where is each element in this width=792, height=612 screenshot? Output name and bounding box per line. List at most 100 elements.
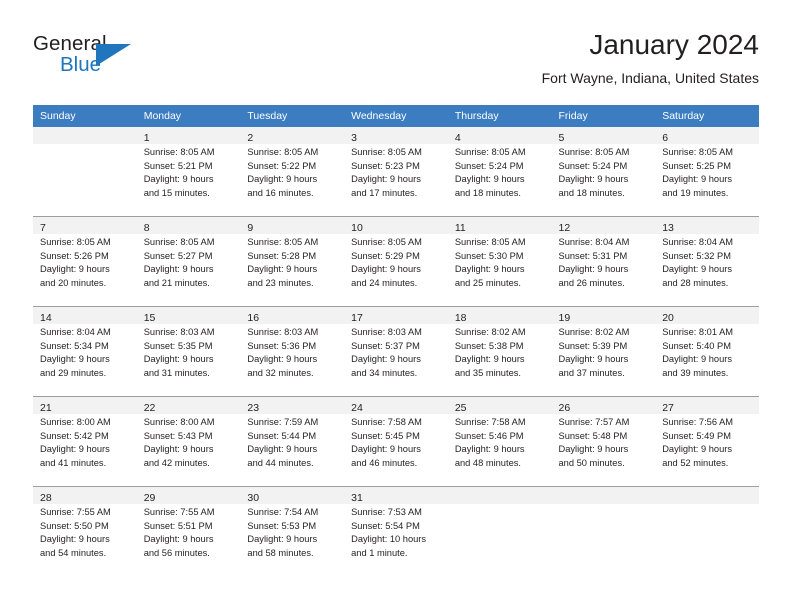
day-number: 7 — [40, 222, 46, 234]
calendar-cell: 1 Sunrise: 8:05 AM Sunset: 5:21 PM Daylight… — [136, 127, 241, 217]
daylight-text: Daylight: 9 hours — [143, 444, 214, 455]
day-number-bar: 23 — [240, 397, 345, 414]
day-detail-lines: Sunrise: 7:57 AM Sunset: 5:48 PM Daylight:… — [552, 414, 656, 470]
calendar-cell: 16 Sunrise: 8:03 AM Sunset: 5:36 PM Dayligh… — [240, 306, 345, 397]
day-detail-lines: Sunrise: 8:05 AM Sunset: 5:27 PM Daylight:… — [137, 234, 241, 290]
sunrise-text: Sunrise: 8:05 AM — [351, 147, 422, 157]
calendar-day-25[interactable]: 25 Sunrise: 7:58 AM Sunset: 5:46 PM Dayligh… — [447, 397, 552, 486]
calendar-day-10[interactable]: 10 Sunrise: 8:05 AM Sunset: 5:29 PM Dayligh… — [344, 217, 448, 306]
day-detail-lines: Sunrise: 7:56 AM Sunset: 5:49 PM Daylight:… — [655, 414, 759, 470]
calendar-day-26[interactable]: 26 Sunrise: 7:57 AM Sunset: 5:48 PM Dayligh… — [551, 397, 656, 486]
calendar-day-30[interactable]: 30 Sunrise: 7:54 AM Sunset: 5:53 PM Dayligh… — [240, 487, 345, 576]
calendar-day-28[interactable]: 28 Sunrise: 7:55 AM Sunset: 5:50 PM Dayligh… — [33, 487, 137, 576]
calendar-day-29[interactable]: 29 Sunrise: 7:55 AM Sunset: 5:51 PM Dayligh… — [136, 487, 241, 576]
sunrise-text: Sunrise: 7:53 AM — [351, 507, 422, 517]
calendar-day-3[interactable]: 3 Sunrise: 8:05 AM Sunset: 5:23 PM Daylight… — [344, 127, 448, 216]
sunset-text: Sunset: 5:46 PM — [454, 430, 524, 441]
calendar-day-14[interactable]: 14 Sunrise: 8:04 AM Sunset: 5:34 PM Dayligh… — [33, 307, 137, 396]
brand-logo[interactable]: General Blue — [33, 32, 143, 84]
calendar-day-23[interactable]: 23 Sunrise: 7:59 AM Sunset: 5:44 PM Dayligh… — [240, 397, 345, 486]
calendar-day-16[interactable]: 16 Sunrise: 8:03 AM Sunset: 5:36 PM Dayligh… — [240, 307, 345, 396]
daylight-text-cont: and 58 minutes. — [247, 547, 314, 558]
sunset-text: Sunset: 5:37 PM — [351, 340, 420, 351]
sunrise-text: Sunrise: 7:55 AM — [40, 507, 111, 517]
daylight-text: Daylight: 9 hours — [454, 174, 525, 185]
weekday-header-saturday: Saturday — [655, 105, 759, 127]
daylight-text-cont: and 24 minutes. — [351, 277, 418, 288]
day-detail-lines: Sunrise: 8:05 AM Sunset: 5:28 PM Daylight:… — [240, 234, 344, 290]
calendar-day-7[interactable]: 7 Sunrise: 8:05 AM Sunset: 5:26 PM Daylight… — [33, 217, 137, 306]
calendar-day-6[interactable]: 6 Sunrise: 8:05 AM Sunset: 5:25 PM Daylight… — [655, 127, 759, 216]
day-detail-lines: Sunrise: 8:00 AM Sunset: 5:42 PM Daylight:… — [33, 414, 137, 470]
calendar-day-4[interactable]: 4 Sunrise: 8:05 AM Sunset: 5:24 PM Daylight… — [447, 127, 552, 216]
sunrise-text: Sunrise: 8:01 AM — [662, 327, 734, 337]
sunrise-text: Sunrise: 7:58 AM — [454, 417, 526, 427]
sunrise-text: Sunrise: 8:04 AM — [558, 237, 630, 247]
calendar-cell: 22 Sunrise: 8:00 AM Sunset: 5:43 PM Dayligh… — [136, 396, 241, 487]
calendar-day-19[interactable]: 19 Sunrise: 8:02 AM Sunset: 5:39 PM Dayligh… — [551, 307, 656, 396]
calendar-cell: 24 Sunrise: 7:58 AM Sunset: 5:45 PM Dayligh… — [344, 396, 448, 487]
day-number: 27 — [662, 402, 674, 414]
day-number-bar: 20 — [655, 307, 759, 324]
sunset-text: Sunset: 5:23 PM — [351, 160, 420, 171]
sunset-text: Sunset: 5:35 PM — [143, 340, 213, 351]
calendar-day-31[interactable]: 31 Sunrise: 7:53 AM Sunset: 5:54 PM Dayligh… — [344, 487, 448, 576]
calendar-day-24[interactable]: 24 Sunrise: 7:58 AM Sunset: 5:45 PM Dayligh… — [344, 397, 448, 486]
calendar-day-2[interactable]: 2 Sunrise: 8:05 AM Sunset: 5:22 PM Daylight… — [240, 127, 345, 216]
sunrise-text: Sunrise: 8:05 AM — [143, 147, 215, 157]
calendar-week-row: 21 Sunrise: 8:00 AM Sunset: 5:42 PM Dayligh… — [33, 396, 759, 487]
calendar-day-8[interactable]: 8 Sunrise: 8:05 AM Sunset: 5:27 PM Daylight… — [136, 217, 241, 306]
sunrise-text: Sunrise: 8:03 AM — [143, 327, 215, 337]
calendar-day-12[interactable]: 12 Sunrise: 8:04 AM Sunset: 5:31 PM Dayligh… — [551, 217, 656, 306]
daylight-text: Daylight: 9 hours — [40, 444, 110, 455]
day-detail-lines: Sunrise: 8:05 AM Sunset: 5:24 PM Daylight:… — [552, 144, 656, 200]
calendar-day-17[interactable]: 17 Sunrise: 8:03 AM Sunset: 5:37 PM Dayligh… — [344, 307, 448, 396]
daylight-text: Daylight: 9 hours — [558, 354, 629, 365]
sunrise-text: Sunrise: 8:05 AM — [454, 147, 526, 157]
day-number: 22 — [143, 402, 156, 414]
day-number-bar: 3 — [344, 127, 448, 144]
calendar-day-1[interactable]: 1 Sunrise: 8:05 AM Sunset: 5:21 PM Daylight… — [136, 127, 241, 216]
calendar-day-22[interactable]: 22 Sunrise: 8:00 AM Sunset: 5:43 PM Dayligh… — [136, 397, 241, 486]
calendar-day-15[interactable]: 15 Sunrise: 8:03 AM Sunset: 5:35 PM Dayligh… — [136, 307, 241, 396]
calendar-day-18[interactable]: 18 Sunrise: 8:02 AM Sunset: 5:38 PM Dayligh… — [447, 307, 552, 396]
calendar-day-27[interactable]: 27 Sunrise: 7:56 AM Sunset: 5:49 PM Dayligh… — [655, 397, 759, 486]
day-detail-lines: Sunrise: 8:04 AM Sunset: 5:34 PM Daylight:… — [33, 324, 137, 380]
day-number-bar: 13 — [655, 217, 759, 234]
calendar-day-21[interactable]: 21 Sunrise: 8:00 AM Sunset: 5:42 PM Dayligh… — [33, 397, 137, 486]
day-number-bar: 10 — [344, 217, 448, 234]
sunset-text: Sunset: 5:38 PM — [454, 340, 524, 351]
sunset-text: Sunset: 5:42 PM — [40, 430, 109, 441]
weekday-header-tuesday: Tuesday — [240, 105, 345, 127]
calendar-cell: 10 Sunrise: 8:05 AM Sunset: 5:29 PM Dayligh… — [344, 216, 448, 307]
calendar-day-20[interactable]: 20 Sunrise: 8:01 AM Sunset: 5:40 PM Dayligh… — [655, 307, 759, 396]
day-number-bar — [33, 127, 137, 144]
daylight-text: Daylight: 9 hours — [662, 264, 732, 275]
day-detail-lines: Sunrise: 7:59 AM Sunset: 5:44 PM Daylight:… — [240, 414, 344, 470]
calendar-day-13[interactable]: 13 Sunrise: 8:04 AM Sunset: 5:32 PM Dayligh… — [655, 217, 759, 306]
day-number-bar: 26 — [551, 397, 656, 414]
calendar-day-9[interactable]: 9 Sunrise: 8:05 AM Sunset: 5:28 PM Daylight… — [240, 217, 345, 306]
calendar-cell: 25 Sunrise: 7:58 AM Sunset: 5:46 PM Dayligh… — [447, 396, 552, 487]
day-detail-lines: Sunrise: 8:02 AM Sunset: 5:39 PM Daylight:… — [552, 324, 656, 380]
day-number-bar — [447, 487, 552, 504]
day-number: 17 — [351, 312, 363, 324]
daylight-text: Daylight: 9 hours — [454, 264, 525, 275]
daylight-text-cont: and 35 minutes. — [454, 367, 521, 378]
daylight-text: Daylight: 9 hours — [558, 444, 629, 455]
calendar-day-5[interactable]: 5 Sunrise: 8:05 AM Sunset: 5:24 PM Daylight… — [551, 127, 656, 216]
day-detail-lines: Sunrise: 8:05 AM Sunset: 5:21 PM Daylight:… — [137, 144, 241, 200]
day-number-bar: 29 — [136, 487, 241, 504]
day-number-bar: 1 — [136, 127, 241, 144]
sunset-text: Sunset: 5:29 PM — [351, 250, 420, 261]
day-detail-lines: Sunrise: 7:54 AM Sunset: 5:53 PM Daylight:… — [240, 504, 344, 560]
day-number-bar: 22 — [136, 397, 241, 414]
day-number: 26 — [558, 402, 571, 414]
sunset-text: Sunset: 5:24 PM — [454, 160, 524, 171]
sunrise-text: Sunrise: 8:00 AM — [40, 417, 111, 427]
daylight-text-cont: and 44 minutes. — [247, 457, 314, 468]
sunrise-text: Sunrise: 8:05 AM — [40, 237, 111, 247]
day-number: 19 — [558, 312, 571, 324]
day-detail-lines: Sunrise: 7:55 AM Sunset: 5:50 PM Daylight:… — [33, 504, 137, 560]
calendar-day-11[interactable]: 11 Sunrise: 8:05 AM Sunset: 5:30 PM Dayligh… — [447, 217, 552, 306]
